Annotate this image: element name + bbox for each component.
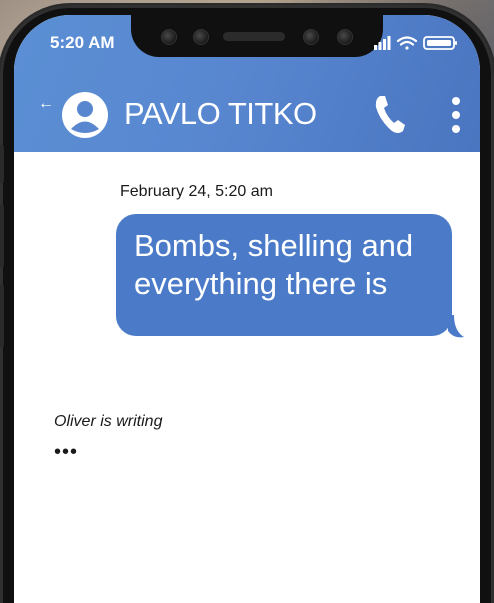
side-button: [0, 145, 4, 183]
typing-dots: •••: [54, 441, 79, 463]
phone-icon[interactable]: [372, 93, 406, 135]
scene: 5:20 AM ← PAVLO TITKO February 24, 5:20 …: [0, 0, 494, 603]
user-avatar-icon[interactable]: [62, 92, 108, 138]
speaker-grille: [223, 32, 285, 41]
camera-notch: [131, 15, 383, 57]
sensor-icon: [193, 29, 209, 45]
status-time: 5:20 AM: [50, 33, 115, 52]
signal-icon: [374, 36, 391, 50]
camera-icon: [337, 29, 353, 45]
contact-name: PAVLO TITKO: [124, 96, 317, 131]
back-arrow-icon[interactable]: ←: [38, 95, 54, 113]
phone-screen: 5:20 AM ← PAVLO TITKO February 24, 5:20 …: [14, 15, 480, 603]
bubble-tail: [448, 315, 464, 338]
typing-indicator-label: Oliver is writing: [54, 413, 163, 430]
side-button: [0, 205, 4, 267]
camera-icon: [161, 29, 177, 45]
chat-header: 5:20 AM ← PAVLO TITKO: [14, 15, 480, 152]
message-date: February 24, 5:20 am: [120, 183, 273, 200]
phone-frame: 5:20 AM ← PAVLO TITKO February 24, 5:20 …: [0, 5, 494, 603]
more-vertical-icon[interactable]: [451, 96, 461, 134]
status-icons: [374, 35, 464, 51]
battery-icon: [423, 36, 457, 50]
side-button: [0, 285, 4, 347]
message-text: Bombs, shelling and everything there is: [134, 228, 414, 301]
sensor-icon: [303, 29, 319, 45]
wifi-icon: [396, 36, 418, 50]
